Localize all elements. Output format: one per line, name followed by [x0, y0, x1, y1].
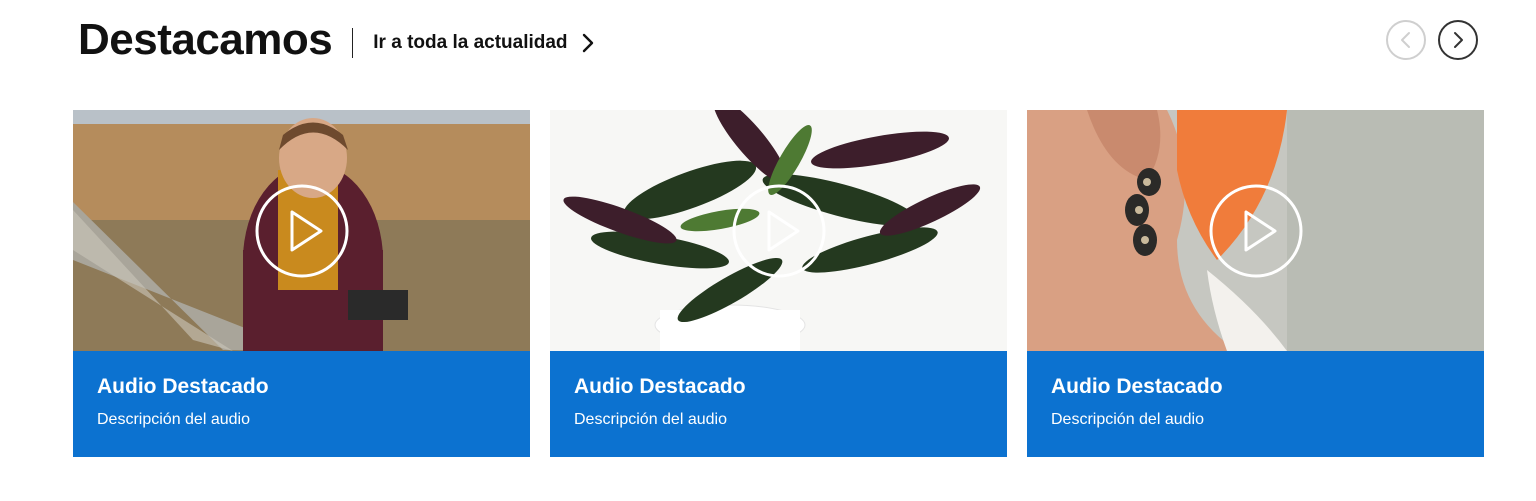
- section-title: Destacamos: [78, 15, 333, 64]
- carousel-prev-button[interactable]: [1386, 20, 1426, 60]
- featured-audio-card[interactable]: Audio Destacado Descripción del audio: [73, 110, 530, 457]
- card-title: Audio Destacado: [574, 375, 746, 398]
- featured-cards: Audio Destacado Descripción del audio Au…: [73, 110, 1484, 457]
- featured-audio-card[interactable]: Audio Destacado Descripción del audio: [550, 110, 1007, 457]
- card-description: Descripción del audio: [1051, 411, 1204, 428]
- play-icon[interactable]: [1208, 183, 1304, 279]
- header-divider: [352, 28, 354, 58]
- carousel-next-button[interactable]: [1438, 20, 1478, 60]
- see-all-news-link[interactable]: Ir a toda la actualidad: [373, 32, 593, 54]
- card-image: [73, 110, 530, 351]
- card-image: [1027, 110, 1484, 351]
- chevron-right-icon: [582, 33, 593, 53]
- play-icon[interactable]: [254, 183, 350, 279]
- chevron-left-icon: [1401, 32, 1410, 48]
- chevron-right-icon: [1454, 32, 1463, 48]
- play-icon[interactable]: [731, 183, 827, 279]
- card-title: Audio Destacado: [1051, 375, 1223, 398]
- card-description: Descripción del audio: [97, 411, 250, 428]
- see-all-news-label: Ir a toda la actualidad: [373, 32, 568, 53]
- carousel-nav: [1386, 20, 1478, 60]
- section-header: Destacamos Ir a toda la actualidad: [78, 10, 594, 70]
- card-title: Audio Destacado: [97, 375, 269, 398]
- card-image: [550, 110, 1007, 351]
- featured-audio-card[interactable]: Audio Destacado Descripción del audio: [1027, 110, 1484, 457]
- card-description: Descripción del audio: [574, 411, 727, 428]
